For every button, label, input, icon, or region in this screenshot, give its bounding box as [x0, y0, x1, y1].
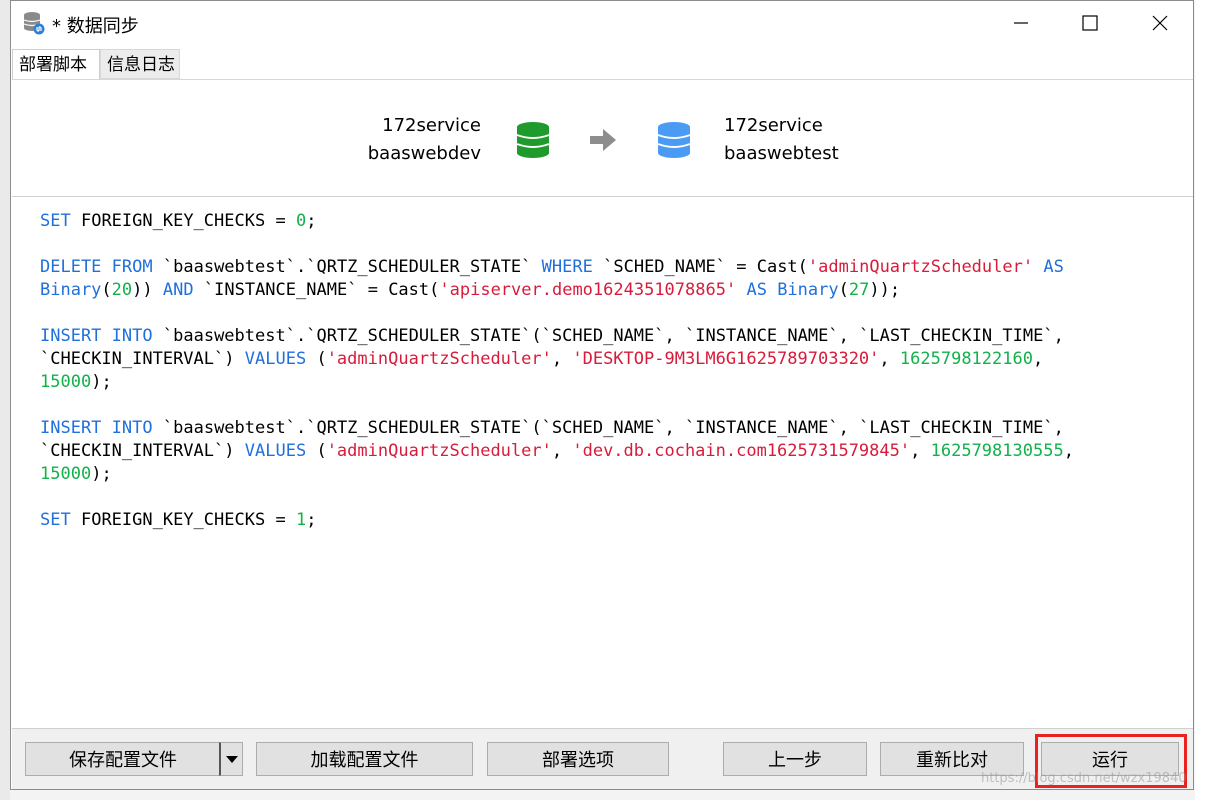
sql-keyword: WHERE [541, 257, 593, 277]
tab-info-log[interactable]: 信息日志 [100, 49, 180, 79]
sql-keyword: DELETE [40, 257, 102, 277]
sql-number: 15000 [40, 464, 92, 484]
sql-blank-line [40, 233, 1180, 256]
sql-line: SET FOREIGN_KEY_CHECKS = 0; [40, 211, 317, 231]
arrow-right-icon [590, 129, 616, 151]
window-title: * 数据同步 [52, 16, 139, 37]
sql-keyword: AS [1043, 257, 1064, 277]
sql-keyword: Binary [40, 280, 102, 300]
sql-keyword: AS [746, 280, 767, 300]
maximize-button[interactable] [1067, 1, 1113, 45]
sync-header: 172service baaswebdev 172service baasweb… [12, 79, 1193, 197]
sql-string: 'apiserver.demo1624351078865' [439, 280, 737, 300]
tab-deploy-script[interactable]: 部署脚本 [12, 49, 100, 79]
sql-keyword: INSERT [40, 326, 102, 346]
sql-keyword: SET [40, 211, 71, 231]
sql-keyword: INTO [111, 418, 153, 438]
source-database: baaswebdev [367, 143, 481, 164]
deploy-options-button[interactable]: 部署选项 [487, 742, 669, 776]
source-info: 172service baaswebdev [368, 112, 481, 168]
sql-keyword: VALUES [244, 349, 307, 369]
dropdown-triangle-icon [225, 756, 238, 763]
sql-number: 20 [111, 280, 133, 300]
sql-keyword: FROM [111, 257, 153, 277]
source-database-icon [516, 122, 550, 158]
save-config-dropdown[interactable] [219, 742, 243, 776]
sql-line: SET FOREIGN_KEY_CHECKS = 1; [40, 510, 317, 530]
sql-line: 15000); [40, 464, 112, 484]
sql-number: 0 [295, 211, 307, 231]
title-bar[interactable]: * 数据同步 [11, 1, 1193, 45]
save-config-button[interactable]: 保存配置文件 [25, 742, 221, 776]
minimize-icon [1014, 22, 1028, 24]
deploy-script-editor[interactable]: SET FOREIGN_KEY_CHECKS = 0; DELETE FROM … [12, 198, 1193, 729]
sql-keyword: SET [40, 510, 71, 530]
sql-string: 'adminQuartzScheduler' [326, 349, 552, 369]
close-icon [1152, 15, 1168, 31]
source-connection: 172service [382, 115, 481, 136]
sql-keyword: Binary [777, 280, 839, 300]
target-info: 172service baaswebtest [724, 112, 839, 168]
target-database-icon [657, 122, 691, 158]
sql-keyword: INSERT [40, 418, 102, 438]
sql-script: SET FOREIGN_KEY_CHECKS = 0; DELETE FROM … [40, 210, 1180, 532]
sql-blank-line [40, 394, 1180, 417]
sql-line: `CHECKIN_INTERVAL`) VALUES ('adminQuartz… [40, 441, 1074, 461]
sql-number: 1625798130555 [930, 441, 1064, 461]
close-button[interactable] [1137, 1, 1183, 45]
load-config-button[interactable]: 加载配置文件 [256, 742, 473, 776]
minimize-button[interactable] [998, 1, 1044, 45]
sql-keyword: AND [162, 280, 194, 300]
sql-keyword: INTO [111, 326, 153, 346]
data-sync-app-icon [23, 12, 45, 35]
watermark-text: https://blog.csdn.net/wzx19840 [981, 771, 1187, 786]
sql-blank-line [40, 302, 1180, 325]
sql-line: INSERT INTO `baaswebtest`.`QRTZ_SCHEDULE… [40, 418, 1064, 438]
sql-string: 'DESKTOP-9M3LM6G1625789703320' [572, 349, 880, 369]
sql-line: Binary(20)) AND `INSTANCE_NAME` = Cast('… [40, 280, 901, 300]
sql-string: 'dev.db.cochain.com1625731579845' [572, 441, 911, 461]
maximize-icon [1082, 15, 1098, 31]
background-left-strip [0, 0, 10, 800]
sql-number: 1 [295, 510, 307, 530]
sql-line: 15000); [40, 372, 112, 392]
previous-step-button[interactable]: 上一步 [723, 742, 867, 776]
sql-line: `CHECKIN_INTERVAL`) VALUES ('adminQuartz… [40, 349, 1044, 369]
sql-blank-line [40, 486, 1180, 509]
target-connection: 172service [724, 115, 823, 136]
sql-number: 1625798122160 [899, 349, 1033, 369]
sql-number: 27 [848, 280, 870, 300]
background-right-strip [1195, 0, 1205, 800]
sql-number: 15000 [40, 372, 92, 392]
sql-line: INSERT INTO `baaswebtest`.`QRTZ_SCHEDULE… [40, 326, 1064, 346]
sql-keyword: VALUES [244, 441, 307, 461]
sql-line: DELETE FROM `baaswebtest`.`QRTZ_SCHEDULE… [40, 257, 1064, 277]
sql-string: 'adminQuartzScheduler' [807, 257, 1034, 277]
sql-string: 'adminQuartzScheduler' [326, 441, 552, 461]
data-sync-window: * 数据同步 部署脚本 信息日志 172service baaswebdev 1… [10, 0, 1194, 790]
target-database: baaswebtest [724, 143, 839, 164]
